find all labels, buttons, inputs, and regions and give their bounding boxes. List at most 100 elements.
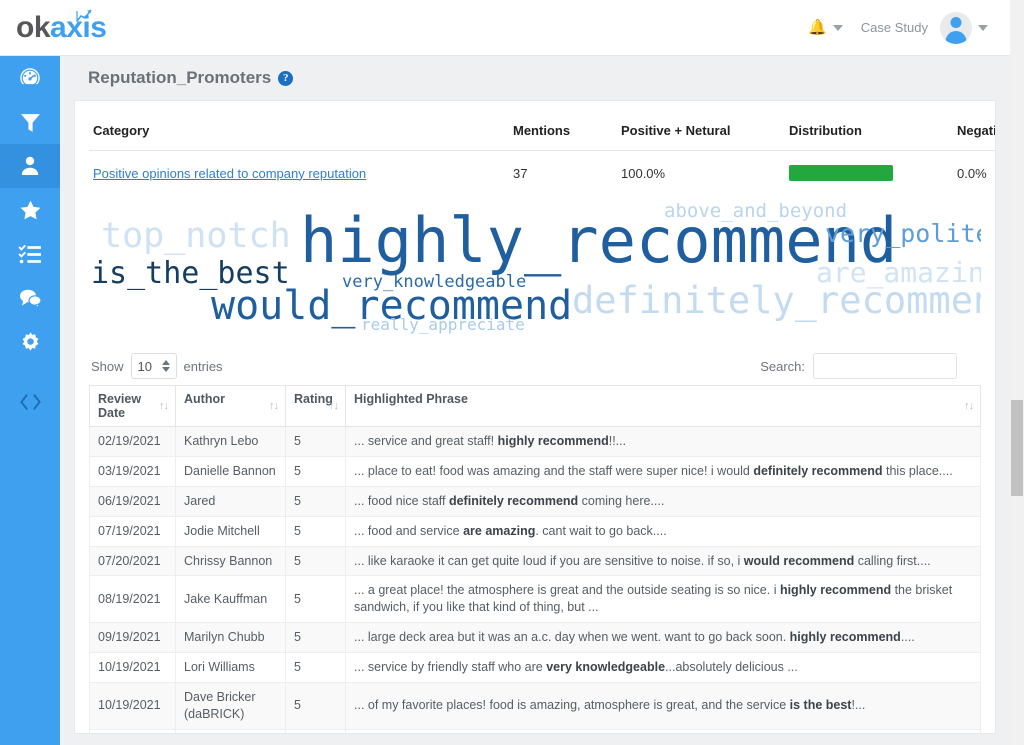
cell-highlighted-phrase: ... service by friendly staff who are ve…: [345, 652, 981, 683]
table-row: 08/19/2021 Jake Kauffman 5 ... a great plac…: [89, 575, 981, 624]
search-input[interactable]: [813, 353, 957, 379]
chat-bubbles-icon: [20, 289, 42, 309]
sidebar: [0, 56, 60, 745]
page-length-select[interactable]: 10: [130, 353, 177, 379]
phrase-prefix: ... service and great staff!: [354, 434, 498, 448]
search-label: Search:: [760, 358, 805, 374]
show-entries-control: Show 10 entries: [91, 353, 223, 379]
phrase-suffix: ...absolutely delicious ...: [665, 660, 798, 674]
cell-author: Danielle Bannon: [175, 455, 286, 487]
phrase-suffix: . cant wait to go back....: [535, 523, 667, 538]
phrase-suffix: !!...: [608, 434, 627, 448]
summary-header-row: Category Mentions Positive + Netural Dis…: [89, 113, 995, 151]
cell-rating: 5: [285, 426, 346, 457]
phrase-highlight: highly recommend: [789, 630, 901, 645]
code-brackets-icon: [19, 394, 41, 410]
phrase-highlight: definitely recommend: [448, 493, 579, 508]
sort-icon: ↑↓: [269, 400, 279, 412]
sidebar-item-messages[interactable]: [0, 276, 60, 320]
cell-author: Lori Williams: [175, 652, 286, 683]
reviews-table-body: 02/19/2021 Kathryn Lebo 5... service and g…: [89, 426, 981, 733]
bell-icon[interactable]: 🔔: [808, 20, 827, 35]
table-row: 06/19/2021 Jared 5... food nice staff defi…: [89, 485, 981, 517]
column-header-rating[interactable]: Rating ↑↓: [285, 385, 346, 427]
phrase-highlight: is the best: [789, 698, 852, 713]
header-actions: 🔔 Case Study: [808, 11, 988, 44]
cell-author: Jake Kauffman: [175, 575, 286, 624]
cell-review-date: 02/19/2021: [89, 426, 176, 457]
top-header-bar: okaxis 🔔 Case Study: [0, 0, 1010, 56]
column-header-review-date[interactable]: Review Date ↑↓: [89, 385, 176, 427]
page-scrollbar[interactable]: [1010, 0, 1024, 745]
summary-distribution-cell: [785, 151, 953, 194]
column-header-highlighted-phrase[interactable]: Highlighted Phrase ↑↓: [345, 385, 981, 427]
summary-col-category: Category: [89, 113, 509, 151]
show-label: Show: [91, 358, 124, 374]
reviews-table: Review Date ↑↓ Author ↑↓ Rating ↑↓ Highl…: [89, 385, 981, 733]
phrase-prefix: ... food and service: [354, 523, 464, 538]
word-cloud-term: are_amazing: [816, 256, 981, 289]
phrase-suffix: calling first....: [854, 553, 931, 568]
sidebar-item-filter[interactable]: [0, 100, 60, 144]
sidebar-item-reviews[interactable]: [0, 188, 60, 232]
cell-author: Kathryn Lebo: [175, 426, 286, 457]
column-label-review-date: Review Date: [98, 392, 142, 420]
cell-review-date: 08/19/2021: [89, 575, 176, 624]
page-title: Reputation_Promoters: [88, 68, 272, 87]
phrase-suffix: coming here....: [578, 493, 665, 508]
sidebar-item-people[interactable]: [0, 144, 60, 188]
phrase-prefix: ... of my favorite places! food is amazi…: [354, 698, 790, 713]
word-cloud-term: above_and_beyond: [664, 200, 848, 222]
cell-author: Jodie Mitchell: [175, 515, 286, 547]
cell-rating: 5: [285, 545, 346, 577]
column-header-author[interactable]: Author ↑↓: [175, 385, 286, 427]
sort-icon: ↑↓: [964, 400, 974, 412]
cell-rating: 5: [285, 652, 346, 683]
phrase-highlight: very knowledgeable: [546, 660, 666, 674]
phrase-suffix: this place....: [882, 463, 953, 478]
cell-author: Jared: [175, 485, 286, 517]
cell-review-date: 03/19/2021: [89, 455, 176, 487]
phrase-prefix: ... a great place! the atmosphere is gre…: [354, 583, 780, 598]
table-row: 02/19/2021 Kathryn Lebo 5 ... service and g…: [89, 426, 981, 457]
table-row: 03/19/2021 Danielle Bannon 5 ... place to e…: [89, 455, 981, 487]
question-mark-icon[interactable]: ?: [278, 70, 294, 86]
app-logo[interactable]: okaxis: [16, 9, 107, 45]
cell-review-date: 07/19/2021: [89, 515, 176, 547]
word-cloud-term: very_polite: [825, 219, 981, 248]
avatar[interactable]: [940, 11, 972, 44]
table-row: 11/12/2021K Vadovsky5... love this place…: [89, 728, 981, 733]
cell-highlighted-phrase: ... love this place. the food is top not…: [345, 728, 981, 733]
sidebar-item-dashboard[interactable]: [0, 56, 60, 100]
phrase-highlight: are amazing: [463, 523, 536, 538]
sidebar-item-tasks[interactable]: [0, 232, 60, 276]
sidebar-item-developer[interactable]: [0, 380, 60, 424]
phrase-highlight: highly recommend: [497, 434, 609, 448]
table-controls: Show 10 entries Search:: [91, 353, 981, 379]
summary-col-positive-neutral: Positive + Netural: [617, 113, 785, 151]
app-root: okaxis 🔔 Case Study Reputation_Promoters…: [0, 0, 1024, 745]
person-icon: [21, 156, 39, 175]
phrase-suffix: ....: [900, 630, 915, 645]
cell-highlighted-phrase: ... food and service are amazing. cant w…: [345, 515, 981, 547]
summary-col-negative: Negative: [953, 113, 995, 151]
summary-category-cell: Positive opinions related to company rep…: [89, 151, 509, 194]
phrase-prefix: ... service by friendly staff who are: [354, 660, 547, 674]
cell-highlighted-phrase: ... of my favorite places! food is amazi…: [345, 681, 981, 730]
column-label-author: Author: [184, 392, 225, 406]
user-menu-chevron-down-icon[interactable]: [978, 24, 988, 31]
sidebar-item-settings[interactable]: [0, 320, 60, 364]
cell-rating: 5: [285, 515, 346, 547]
word-cloud-term: is_the_best: [91, 256, 290, 291]
logo-text-ok: ok: [16, 10, 51, 44]
notifications-chevron-down-icon[interactable]: [832, 24, 843, 31]
column-label-highlighted-phrase: Highlighted Phrase: [354, 392, 468, 406]
scrollbar-thumb[interactable]: [1011, 400, 1023, 496]
column-label-rating: Rating: [294, 392, 333, 406]
cell-rating: 5: [285, 622, 346, 653]
category-link[interactable]: Positive opinions related to company rep…: [93, 166, 366, 181]
entries-label: entries: [183, 358, 223, 374]
filter-funnel-icon: [20, 113, 40, 132]
sidebar-divider-space: [0, 364, 60, 380]
table-row: 09/19/2021 Marilyn Chubb 5 ... large deck a…: [89, 622, 981, 653]
